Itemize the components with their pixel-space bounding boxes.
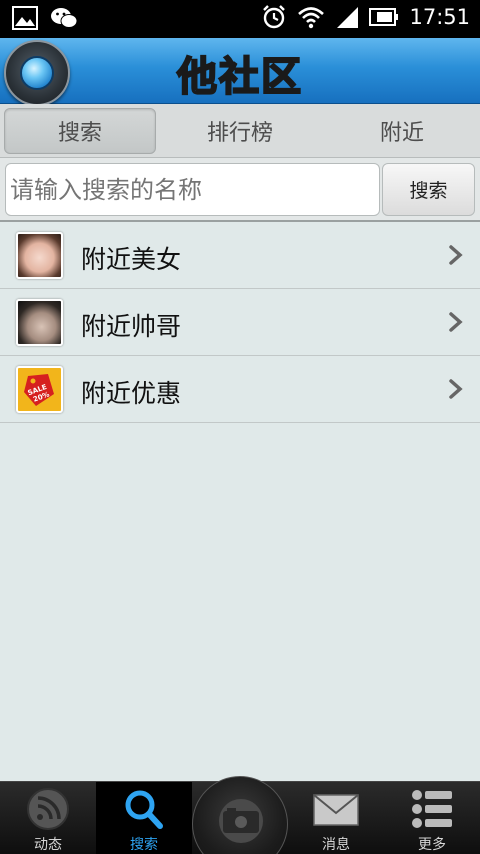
list-icon	[412, 790, 452, 828]
chevron-right-icon	[449, 379, 463, 399]
alarm-icon	[263, 5, 286, 29]
list-item-label: 附近美女	[81, 245, 182, 274]
male-avatar-icon	[16, 299, 63, 346]
battery-icon	[369, 8, 399, 26]
signal-icon	[337, 7, 359, 28]
camera-button[interactable]	[192, 776, 288, 854]
wechat-icon	[51, 8, 78, 28]
list-item-nearby-girls[interactable]: 附近美女	[0, 222, 480, 289]
app-header: 他社区	[0, 38, 480, 106]
app-title: 他社区	[0, 44, 480, 102]
tabbar-label: 搜索	[130, 837, 158, 853]
list-item-label: 附近帅哥	[81, 312, 182, 341]
bottom-tab-bar: 动态 搜索 消息 更多	[0, 776, 480, 854]
tabbar-item-search[interactable]: 搜索	[96, 782, 192, 854]
gallery-icon	[12, 6, 38, 30]
tabbar-label: 消息	[322, 837, 350, 853]
title-char-2: 社	[218, 53, 261, 101]
list-item-label: 附近优惠	[81, 379, 182, 408]
rss-icon	[27, 788, 69, 830]
status-bar: 17:51	[0, 0, 480, 38]
envelope-icon	[313, 794, 359, 826]
search-input[interactable]	[5, 163, 380, 216]
tabbar-item-messages[interactable]: 消息	[288, 782, 384, 854]
tab-search[interactable]: 搜索	[4, 107, 156, 154]
search-bar: 搜索	[0, 158, 480, 222]
tab-nearby[interactable]: 附近	[324, 108, 480, 154]
chevron-right-icon	[449, 245, 463, 265]
tabbar-item-feed[interactable]: 动态	[0, 782, 96, 854]
status-time: 17:51	[409, 5, 470, 29]
sale-tag-icon: SALE 20%	[16, 366, 63, 413]
title-char-3: 区	[260, 53, 303, 101]
top-tabs: 搜索 排行榜 附近	[0, 104, 480, 158]
camera-icon	[219, 799, 263, 843]
search-button[interactable]: 搜索	[382, 163, 475, 216]
list-item-nearby-deals[interactable]: SALE 20% 附近优惠	[0, 356, 480, 423]
tab-ranking[interactable]: 排行榜	[156, 108, 324, 154]
chevron-right-icon	[449, 312, 463, 332]
tabbar-label: 动态	[34, 837, 62, 853]
wifi-icon	[298, 7, 325, 29]
search-icon	[125, 790, 163, 829]
female-avatar-icon	[16, 232, 63, 279]
nearby-list: 附近美女 附近帅哥 SALE 20% 附近优惠	[0, 222, 480, 423]
tabbar-label: 更多	[418, 837, 446, 853]
list-item-nearby-guys[interactable]: 附近帅哥	[0, 289, 480, 356]
title-char-1: 他	[176, 53, 219, 101]
tabbar-item-more[interactable]: 更多	[384, 782, 480, 854]
